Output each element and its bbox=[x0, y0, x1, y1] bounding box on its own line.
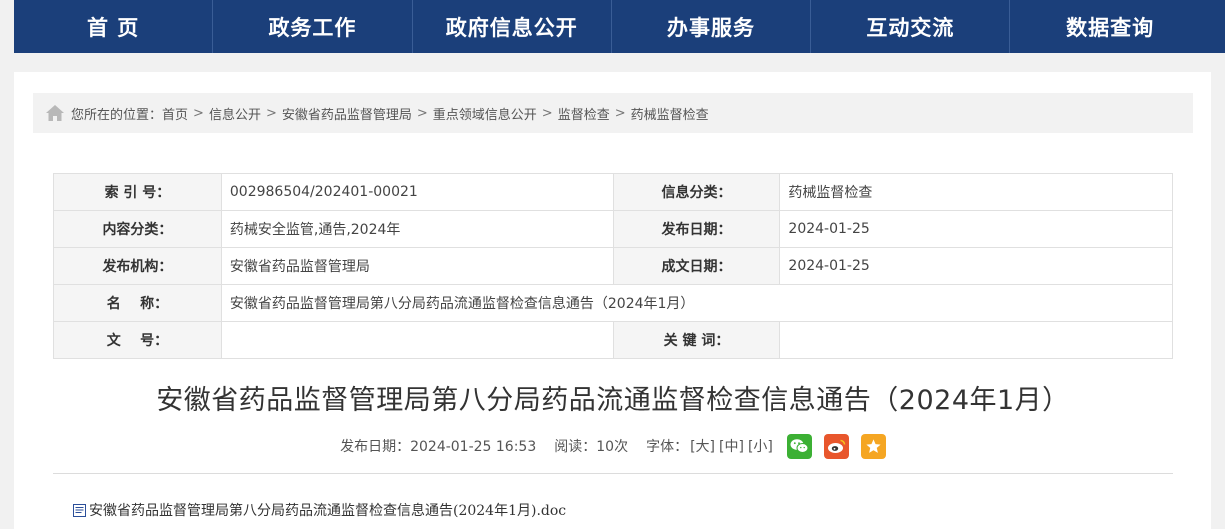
document-number-value bbox=[220, 321, 614, 359]
read-count: 阅读：10次 bbox=[554, 439, 629, 455]
article-title: 安徽省药品监督管理局第八分局药品流通监督检查信息通告（2024年1月） bbox=[156, 385, 1070, 416]
table-row: 索 引 号： 002986504/202401-00021 信息分类： 药械监督… bbox=[53, 173, 1173, 211]
table-row: 名 称： 安徽省药品监督管理局第八分局药品流通监督检查信息通告（2024年1月） bbox=[53, 284, 1174, 322]
name-value: 安徽省药品监督管理局第八分局药品流通监督检查信息通告（2024年1月） bbox=[220, 284, 1174, 322]
publish-datetime: 发布日期：2024-01-25 16:53 bbox=[340, 439, 537, 455]
divider bbox=[53, 473, 1173, 474]
name-label: 名 称： bbox=[53, 284, 222, 322]
breadcrumb-separator: > bbox=[541, 105, 553, 121]
content-category-value: 药械安全监管,通告,2024年 bbox=[220, 210, 614, 248]
breadcrumb-home[interactable]: 首页 bbox=[162, 104, 188, 123]
nav-item-interaction[interactable]: 互动交流 bbox=[811, 0, 1011, 53]
publish-date-value: 2024-01-25 bbox=[779, 210, 1173, 248]
font-size-medium-button[interactable]: [中] bbox=[719, 436, 744, 456]
publisher-label: 发布机构： bbox=[53, 247, 222, 285]
weibo-share-icon[interactable] bbox=[823, 433, 849, 459]
info-category-value: 药械监督检查 bbox=[779, 173, 1173, 211]
nav-item-home[interactable]: 首 页 bbox=[14, 0, 214, 53]
nav-item-services[interactable]: 办事服务 bbox=[612, 0, 812, 53]
wechat-share-icon[interactable] bbox=[786, 433, 812, 459]
metadata-table: 索 引 号： 002986504/202401-00021 信息分类： 药械监督… bbox=[53, 173, 1174, 359]
nav-item-data-query[interactable]: 数据查询 bbox=[1010, 0, 1209, 53]
top-nav-bar: 首 页 政务工作 政府信息公开 办事服务 互动交流 数据查询 bbox=[14, 0, 1225, 53]
breadcrumb-drug-device-inspection[interactable]: 药械监督检查 bbox=[631, 104, 709, 123]
article-info-bar: 发布日期：2024-01-25 16:53 阅读：10次 字体： [大] [中]… bbox=[53, 431, 1173, 461]
breadcrumb-separator: > bbox=[416, 105, 428, 121]
table-row: 发布机构： 安徽省药品监督管理局 成文日期： 2024-01-25 bbox=[53, 247, 1173, 285]
nav-item-government-work[interactable]: 政务工作 bbox=[213, 0, 413, 53]
attachment-link[interactable]: 安徽省药品监督管理局第八分局药品流通监督检查信息通告(2024年1月).doc bbox=[89, 500, 566, 520]
keywords-label: 关 键 词： bbox=[612, 321, 781, 359]
index-number-label: 索 引 号： bbox=[53, 173, 222, 211]
document-date-value: 2024-01-25 bbox=[779, 247, 1173, 285]
table-row: 内容分类： 药械安全监管,通告,2024年 发布日期： 2024-01-25 bbox=[53, 210, 1173, 248]
document-date-label: 成文日期： bbox=[612, 247, 781, 285]
info-category-label: 信息分类： bbox=[612, 173, 781, 211]
breadcrumb-supervision[interactable]: 监督检查 bbox=[558, 104, 610, 123]
breadcrumb-separator: > bbox=[193, 105, 204, 121]
keywords-value bbox=[779, 321, 1173, 359]
nav-item-information-disclosure[interactable]: 政府信息公开 bbox=[413, 0, 612, 53]
font-size-large-button[interactable]: [大] bbox=[690, 436, 715, 456]
content-category-label: 内容分类： bbox=[53, 210, 222, 248]
font-size-small-button[interactable]: [小] bbox=[748, 436, 773, 456]
publisher-value: 安徽省药品监督管理局 bbox=[220, 247, 614, 285]
breadcrumb-separator: > bbox=[614, 105, 626, 121]
breadcrumb-key-areas[interactable]: 重点领域信息公开 bbox=[433, 104, 537, 123]
home-icon bbox=[45, 104, 65, 122]
word-document-icon bbox=[72, 502, 88, 518]
publish-date-label: 发布日期： bbox=[612, 210, 781, 248]
index-number-value: 002986504/202401-00021 bbox=[220, 173, 614, 211]
font-size-label: 字体： bbox=[646, 439, 689, 455]
breadcrumb-info-disclosure[interactable]: 信息公开 bbox=[209, 104, 261, 123]
breadcrumb-bureau[interactable]: 安徽省药品监督管理局 bbox=[282, 104, 412, 123]
attachment-row: 安徽省药品监督管理局第八分局药品流通监督检查信息通告(2024年1月).doc bbox=[72, 500, 566, 520]
breadcrumb: 您所在的位置： 首页 > 信息公开 > 安徽省药品监督管理局 > 重点领域信息公… bbox=[33, 93, 1193, 133]
favorite-star-icon[interactable] bbox=[860, 433, 886, 459]
breadcrumb-prefix: 您所在的位置： bbox=[71, 107, 163, 123]
document-number-label: 文 号： bbox=[53, 321, 222, 359]
table-row: 文 号： 关 键 词： bbox=[53, 321, 1173, 359]
top-navigation: 首 页 政务工作 政府信息公开 办事服务 互动交流 数据查询 bbox=[0, 0, 1225, 53]
breadcrumb-separator: > bbox=[265, 105, 277, 121]
